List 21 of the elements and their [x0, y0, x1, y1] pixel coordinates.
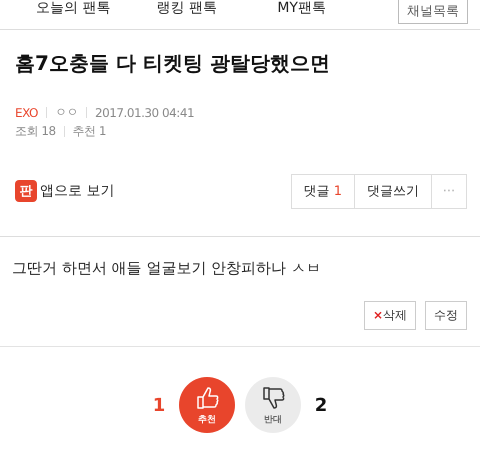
write-comment-button[interactable]: 댓글쓰기	[354, 174, 432, 208]
app-logo-icon[interactable]: 판	[15, 180, 37, 202]
comments-button[interactable]: 댓글 1	[290, 174, 355, 208]
nav-tab[interactable]: MY팬톡	[277, 0, 398, 16]
edit-button[interactable]: 수정	[425, 301, 467, 330]
oppose-button[interactable]: 반대	[245, 377, 301, 433]
post-date: 2017.01.30 04:41	[94, 106, 194, 120]
recommend-button[interactable]: 추천	[179, 377, 235, 433]
app-view-link[interactable]: 앱으로 보기	[40, 182, 114, 200]
channel-name[interactable]: EXO	[15, 106, 38, 120]
nav-tab[interactable]: 랭킹 팬톡	[156, 0, 278, 16]
delete-button[interactable]: ×삭제	[364, 301, 416, 330]
channel-list-button[interactable]: 채널목록	[398, 0, 468, 24]
author-name: ㅇㅇ	[54, 104, 78, 121]
nav-tab[interactable]: 오늘의 팬톡	[36, 0, 157, 16]
post-title: 홈7오충들 다 티켓팅 광탈당했으면	[14, 50, 331, 77]
post-body: 그딴거 하면서 애들 얼굴보기 안창피하나 ㅅㅂ	[11, 258, 322, 279]
vote-count: 2	[314, 394, 328, 416]
view-count: 조회 18	[15, 123, 56, 140]
recommend-count: 추천 1	[72, 123, 106, 140]
vote-count: 1	[152, 394, 166, 416]
